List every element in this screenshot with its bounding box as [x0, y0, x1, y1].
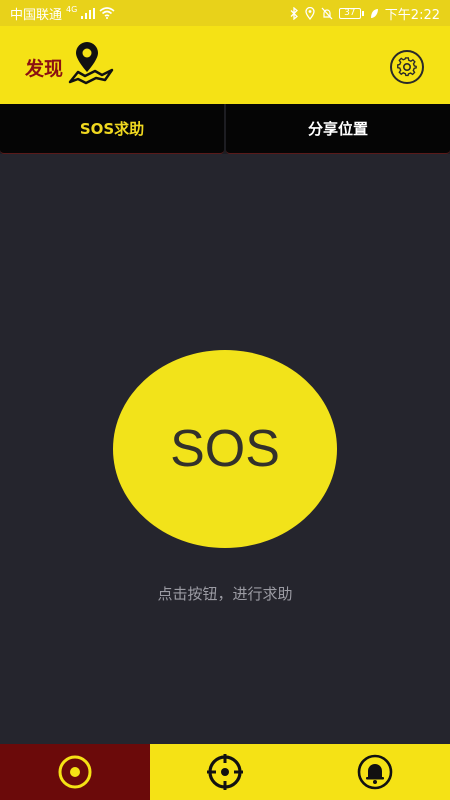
battery-level: 37 [338, 7, 361, 19]
nav-discover[interactable] [0, 744, 150, 800]
leaf-icon [370, 8, 378, 18]
crosshair-icon [207, 754, 243, 790]
network-type: 4G [66, 4, 78, 14]
settings-button[interactable] [390, 50, 424, 84]
sos-button-label: SOS [170, 420, 280, 478]
mute-icon [321, 7, 333, 19]
battery-icon: 37 [338, 7, 364, 19]
tab-sos-label: SOS求助 [79, 120, 145, 138]
tab-bar: SOS求助 分享位置 [0, 104, 450, 154]
nav-alerts[interactable] [300, 744, 450, 800]
eye-icon [58, 755, 92, 789]
map-pin-icon [68, 42, 114, 85]
status-bar: 中国联通 4G 37 下午2:22 [0, 0, 450, 26]
wifi-icon [99, 7, 115, 19]
sos-hint: 点击按钮，进行求助 [157, 585, 293, 603]
nav-locate[interactable] [150, 744, 300, 800]
page-title: 发现 [25, 58, 64, 80]
sos-button[interactable]: SOS [113, 350, 337, 548]
app-header: 发现 [0, 26, 450, 104]
status-left: 中国联通 4G [10, 4, 115, 23]
gear-icon [397, 57, 417, 77]
tab-sos[interactable]: SOS求助 [0, 104, 224, 154]
clock: 下午2:22 [384, 7, 440, 23]
location-icon [305, 6, 315, 20]
bluetooth-icon [290, 6, 298, 20]
bell-icon [357, 754, 393, 790]
carrier-label: 中国联通 [10, 7, 63, 23]
tab-share-location-label: 分享位置 [307, 120, 368, 138]
status-right: 37 下午2:22 [290, 4, 440, 23]
bottom-nav [0, 744, 450, 800]
signal-icon [81, 7, 96, 19]
tab-share-location[interactable]: 分享位置 [226, 104, 450, 154]
